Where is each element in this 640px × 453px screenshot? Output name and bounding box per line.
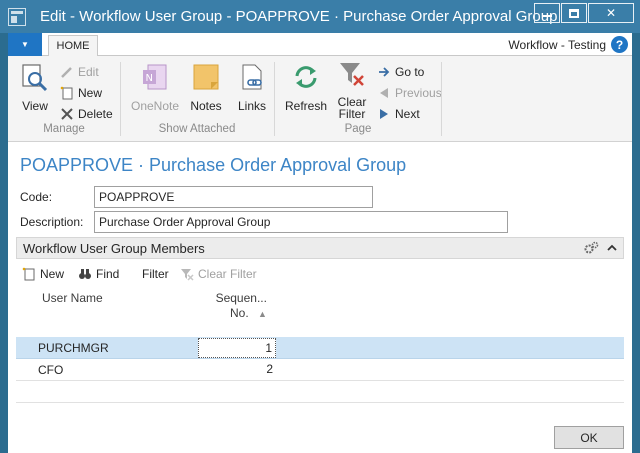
ribbon-tab-row: ▼ HOME Workflow - Testing ?: [8, 33, 632, 57]
members-part: Workflow User Group Members New Find Fil…: [16, 237, 624, 417]
sort-ascending-icon: ▲: [258, 309, 267, 319]
help-icon[interactable]: ?: [611, 36, 628, 53]
maximize-button[interactable]: [561, 3, 587, 23]
page-title: POAPPROVE · Purchase Order Approval Grou…: [20, 155, 407, 175]
code-field[interactable]: [94, 186, 373, 208]
application-menu-button[interactable]: ▼: [8, 33, 42, 56]
new-button[interactable]: New: [60, 84, 102, 102]
close-icon: ✕: [605, 6, 617, 20]
view-button[interactable]: View: [12, 62, 58, 113]
new-document-icon: [22, 267, 35, 281]
clear-filter-button[interactable]: Clear Filter: [329, 59, 375, 120]
links-label: Links: [237, 99, 266, 113]
customize-gears-icon[interactable]: [583, 241, 599, 255]
notes-label: Notes: [190, 99, 222, 113]
new-label: New: [78, 86, 103, 100]
view-magnifier-icon: [22, 64, 48, 92]
column-header-sequence-line2: No. ▲: [230, 306, 267, 320]
window-controls: ✕: [534, 3, 634, 23]
links-button[interactable]: Links: [229, 62, 275, 113]
go-to-button[interactable]: Go to: [377, 63, 424, 81]
company-name: Workflow - Testing: [508, 38, 606, 52]
members-clear-filter-label: Clear Filter: [198, 267, 257, 281]
clear-filter-icon: [181, 269, 194, 281]
members-find-button[interactable]: Find: [78, 265, 119, 283]
members-filter-label: Filter: [142, 267, 169, 281]
svg-text:N: N: [146, 73, 153, 84]
onenote-label: OneNote: [130, 99, 180, 113]
onenote-icon: N: [143, 64, 167, 90]
delete-x-icon: [61, 108, 73, 120]
group-show-attached: N OneNote Notes Links Show Attached: [121, 59, 273, 139]
members-clear-filter-button[interactable]: Clear Filter: [180, 265, 257, 283]
clear-filter-icon: [340, 63, 364, 86]
table-row[interactable]: PURCHMGR 1: [16, 337, 624, 359]
title-bar: Edit - Workflow User Group - POAPPROVE ·…: [0, 0, 640, 33]
triangle-left-icon: [380, 88, 388, 98]
group-manage: View Edit New Delete Manage: [8, 59, 120, 139]
group-label-manage: Manage: [43, 123, 85, 135]
minimize-icon: [542, 15, 552, 17]
ok-button[interactable]: OK: [554, 426, 624, 449]
group-label-page: Page: [344, 123, 372, 135]
sequence-no-cell[interactable]: 1: [198, 338, 276, 358]
delete-label: Delete: [78, 107, 113, 121]
group-label-show-attached: Show Attached: [158, 123, 236, 135]
window: Edit - Workflow User Group - POAPPROVE ·…: [0, 0, 640, 453]
members-new-label: New: [40, 267, 65, 281]
links-icon: [242, 64, 262, 90]
sequence-no-cell[interactable]: 2: [198, 360, 276, 380]
members-part-title: Workflow User Group Members: [23, 241, 205, 256]
members-new-button[interactable]: New: [22, 265, 64, 283]
notes-button[interactable]: Notes: [183, 62, 229, 113]
close-button[interactable]: ✕: [588, 3, 634, 23]
previous-label: Previous: [395, 86, 442, 100]
part-header-tools: [583, 241, 617, 255]
refresh-button[interactable]: Refresh: [281, 62, 331, 113]
collapse-chevron-icon[interactable]: [607, 243, 617, 253]
column-header-sequence-line1: Sequen...: [215, 291, 267, 305]
maximize-icon: [569, 8, 579, 18]
app-icon: [8, 8, 26, 26]
description-field[interactable]: [94, 211, 508, 233]
triangle-right-icon: [380, 109, 388, 119]
window-title: Edit - Workflow User Group - POAPPROVE ·…: [40, 8, 558, 25]
minimize-button[interactable]: [534, 3, 560, 23]
clear-filter-label-2: Filter: [338, 107, 366, 121]
column-header-sequence-no[interactable]: Sequen... No. ▲: [202, 291, 267, 322]
dropdown-arrow-icon: ▼: [21, 40, 29, 49]
refresh-label: Refresh: [284, 99, 328, 113]
arrow-right-icon: [379, 67, 390, 77]
members-part-header: Workflow User Group Members: [16, 237, 624, 259]
pencil-icon: [61, 67, 72, 78]
client-area: ▼ HOME Workflow - Testing ? View Edit Ne…: [8, 33, 632, 453]
user-name-cell[interactable]: CFO: [38, 363, 63, 377]
edit-label: Edit: [78, 65, 99, 79]
table-row[interactable]: CFO 2: [16, 359, 624, 381]
next-label: Next: [395, 107, 420, 121]
tab-home[interactable]: HOME: [48, 35, 98, 57]
user-name-cell[interactable]: PURCHMGR: [38, 341, 109, 355]
new-document-icon: [60, 86, 73, 100]
notes-icon: [193, 64, 219, 90]
previous-button[interactable]: Previous: [377, 84, 442, 102]
code-label: Code:: [20, 190, 53, 204]
binoculars-icon: [79, 269, 91, 279]
ribbon-separator: [441, 62, 442, 136]
next-button[interactable]: Next: [377, 105, 420, 123]
delete-button[interactable]: Delete: [60, 105, 113, 123]
group-page: Refresh Clear Filter Go to Previous Next…: [275, 59, 442, 139]
empty-row: [16, 381, 624, 403]
members-filter-button[interactable]: Filter: [142, 265, 169, 283]
description-label: Description:: [20, 215, 84, 229]
view-label: View: [22, 99, 48, 113]
edit-button[interactable]: Edit: [60, 63, 99, 81]
members-find-label: Find: [96, 267, 120, 281]
ribbon: View Edit New Delete Manage N OneNote No…: [8, 56, 632, 142]
refresh-icon: [295, 66, 317, 88]
go-to-label: Go to: [395, 65, 425, 79]
column-header-user-name[interactable]: User Name: [42, 291, 103, 305]
members-toolbar: New Find Filter Clear Filter: [16, 261, 624, 287]
onenote-button[interactable]: N OneNote: [127, 62, 183, 113]
